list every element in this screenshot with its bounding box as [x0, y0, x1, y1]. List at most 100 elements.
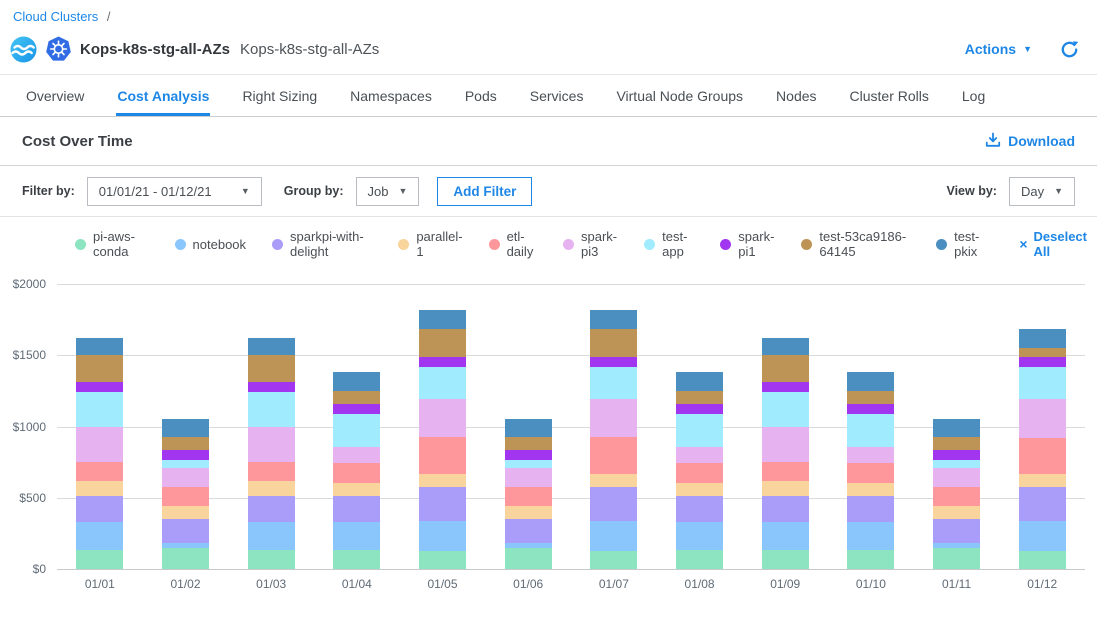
bar-segment-etl-daily[interactable] — [505, 487, 552, 506]
bar-segment-sparkpi-with-delight[interactable] — [505, 519, 552, 543]
bar-segment-pi-aws-conda[interactable] — [419, 551, 466, 569]
bar-segment-spark-pi3[interactable] — [762, 427, 809, 463]
bar-segment-test-53ca9186-64145[interactable] — [505, 437, 552, 450]
bar-segment-etl-daily[interactable] — [676, 463, 723, 483]
group-by-select[interactable]: Job ▼ — [356, 177, 420, 206]
bar-segment-notebook[interactable] — [1019, 521, 1066, 551]
bar-segment-test-pkix[interactable] — [248, 338, 295, 355]
bar-segment-etl-daily[interactable] — [419, 437, 466, 475]
bar-segment-parallel-1[interactable] — [933, 506, 980, 520]
legend-item-notebook[interactable]: notebook — [175, 237, 247, 252]
bar-01-12[interactable] — [1019, 329, 1066, 569]
bar-segment-test-pkix[interactable] — [762, 338, 809, 355]
bar-segment-test-app[interactable] — [1019, 367, 1066, 400]
tab-cost-analysis[interactable]: Cost Analysis — [116, 75, 210, 116]
tab-services[interactable]: Services — [529, 75, 585, 116]
deselect-all-button[interactable]: ×Deselect All — [1019, 229, 1087, 259]
bar-segment-test-53ca9186-64145[interactable] — [933, 437, 980, 450]
bar-segment-test-pkix[interactable] — [76, 338, 123, 355]
bar-segment-sparkpi-with-delight[interactable] — [1019, 487, 1066, 521]
bar-segment-parallel-1[interactable] — [419, 474, 466, 487]
bar-01-04[interactable] — [333, 372, 380, 569]
bar-segment-sparkpi-with-delight[interactable] — [847, 496, 894, 522]
bar-01-05[interactable] — [419, 310, 466, 569]
bar-segment-test-53ca9186-64145[interactable] — [847, 391, 894, 405]
legend-item-test-53ca9186-64145[interactable]: test-53ca9186-64145 — [801, 229, 910, 259]
tab-overview[interactable]: Overview — [25, 75, 85, 116]
bar-segment-notebook[interactable] — [847, 522, 894, 551]
bar-segment-test-app[interactable] — [419, 367, 466, 398]
add-filter-button[interactable]: Add Filter — [437, 177, 532, 206]
bar-segment-notebook[interactable] — [419, 521, 466, 551]
bar-segment-parallel-1[interactable] — [676, 483, 723, 496]
bar-segment-parallel-1[interactable] — [248, 481, 295, 496]
bar-segment-etl-daily[interactable] — [762, 462, 809, 481]
bar-01-03[interactable] — [248, 338, 295, 570]
bar-segment-test-pkix[interactable] — [333, 372, 380, 391]
legend-item-sparkpi-with-delight[interactable]: sparkpi-with-delight — [272, 229, 372, 259]
bar-segment-test-53ca9186-64145[interactable] — [762, 355, 809, 383]
bar-segment-spark-pi3[interactable] — [248, 427, 295, 463]
bar-01-06[interactable] — [505, 419, 552, 569]
bar-segment-test-app[interactable] — [333, 414, 380, 446]
bar-segment-test-app[interactable] — [933, 460, 980, 468]
bar-segment-test-53ca9186-64145[interactable] — [676, 391, 723, 405]
bar-segment-test-pkix[interactable] — [1019, 329, 1066, 348]
bar-segment-spark-pi1[interactable] — [762, 382, 809, 392]
bar-segment-spark-pi1[interactable] — [162, 450, 209, 460]
legend-item-etl-daily[interactable]: etl-daily — [489, 229, 537, 259]
bar-segment-spark-pi1[interactable] — [248, 382, 295, 392]
refresh-button[interactable] — [1060, 40, 1079, 59]
legend-item-spark-pi3[interactable]: spark-pi3 — [563, 229, 618, 259]
bar-segment-sparkpi-with-delight[interactable] — [248, 496, 295, 522]
bar-01-07[interactable] — [590, 310, 637, 569]
bar-segment-spark-pi3[interactable] — [76, 427, 123, 463]
bar-segment-spark-pi3[interactable] — [676, 447, 723, 463]
bar-segment-test-pkix[interactable] — [933, 419, 980, 438]
legend-item-pi-aws-conda[interactable]: pi-aws-conda — [75, 229, 149, 259]
bar-01-10[interactable] — [847, 372, 894, 569]
tab-nodes[interactable]: Nodes — [775, 75, 817, 116]
bar-01-08[interactable] — [676, 372, 723, 569]
bar-segment-test-pkix[interactable] — [590, 310, 637, 329]
bar-segment-spark-pi3[interactable] — [162, 468, 209, 487]
bar-segment-parallel-1[interactable] — [590, 474, 637, 487]
bar-segment-test-53ca9186-64145[interactable] — [333, 391, 380, 405]
bar-segment-etl-daily[interactable] — [248, 462, 295, 481]
actions-button[interactable]: Actions ▼ — [965, 41, 1032, 57]
bar-segment-test-pkix[interactable] — [847, 372, 894, 391]
bar-segment-test-53ca9186-64145[interactable] — [590, 329, 637, 357]
bar-segment-spark-pi1[interactable] — [333, 404, 380, 414]
bar-segment-pi-aws-conda[interactable] — [248, 550, 295, 569]
bar-segment-spark-pi3[interactable] — [590, 399, 637, 437]
bar-segment-notebook[interactable] — [333, 522, 380, 551]
bar-01-09[interactable] — [762, 338, 809, 570]
tab-pods[interactable]: Pods — [464, 75, 498, 116]
bar-segment-test-53ca9186-64145[interactable] — [162, 437, 209, 450]
bar-segment-parallel-1[interactable] — [1019, 474, 1066, 488]
bar-segment-sparkpi-with-delight[interactable] — [76, 496, 123, 522]
tab-cluster-rolls[interactable]: Cluster Rolls — [849, 75, 930, 116]
bar-segment-pi-aws-conda[interactable] — [76, 550, 123, 569]
legend-item-test-app[interactable]: test-app — [644, 229, 694, 259]
bar-segment-sparkpi-with-delight[interactable] — [162, 519, 209, 543]
bar-segment-notebook[interactable] — [676, 522, 723, 551]
bar-segment-sparkpi-with-delight[interactable] — [933, 519, 980, 543]
bar-01-11[interactable] — [933, 419, 980, 569]
bar-segment-test-app[interactable] — [590, 367, 637, 398]
bar-segment-pi-aws-conda[interactable] — [762, 550, 809, 569]
bar-segment-spark-pi1[interactable] — [676, 404, 723, 414]
bar-segment-test-app[interactable] — [505, 460, 552, 468]
bar-segment-test-app[interactable] — [162, 460, 209, 468]
bar-segment-etl-daily[interactable] — [1019, 438, 1066, 474]
bar-segment-test-app[interactable] — [248, 392, 295, 426]
bar-segment-test-pkix[interactable] — [505, 419, 552, 438]
legend-item-parallel-1[interactable]: parallel-1 — [398, 229, 462, 259]
bar-segment-test-53ca9186-64145[interactable] — [419, 329, 466, 357]
bar-segment-sparkpi-with-delight[interactable] — [762, 496, 809, 522]
bar-segment-sparkpi-with-delight[interactable] — [676, 496, 723, 522]
bar-segment-etl-daily[interactable] — [76, 462, 123, 481]
bar-segment-etl-daily[interactable] — [847, 463, 894, 483]
bar-segment-test-pkix[interactable] — [676, 372, 723, 391]
bar-segment-sparkpi-with-delight[interactable] — [333, 496, 380, 522]
